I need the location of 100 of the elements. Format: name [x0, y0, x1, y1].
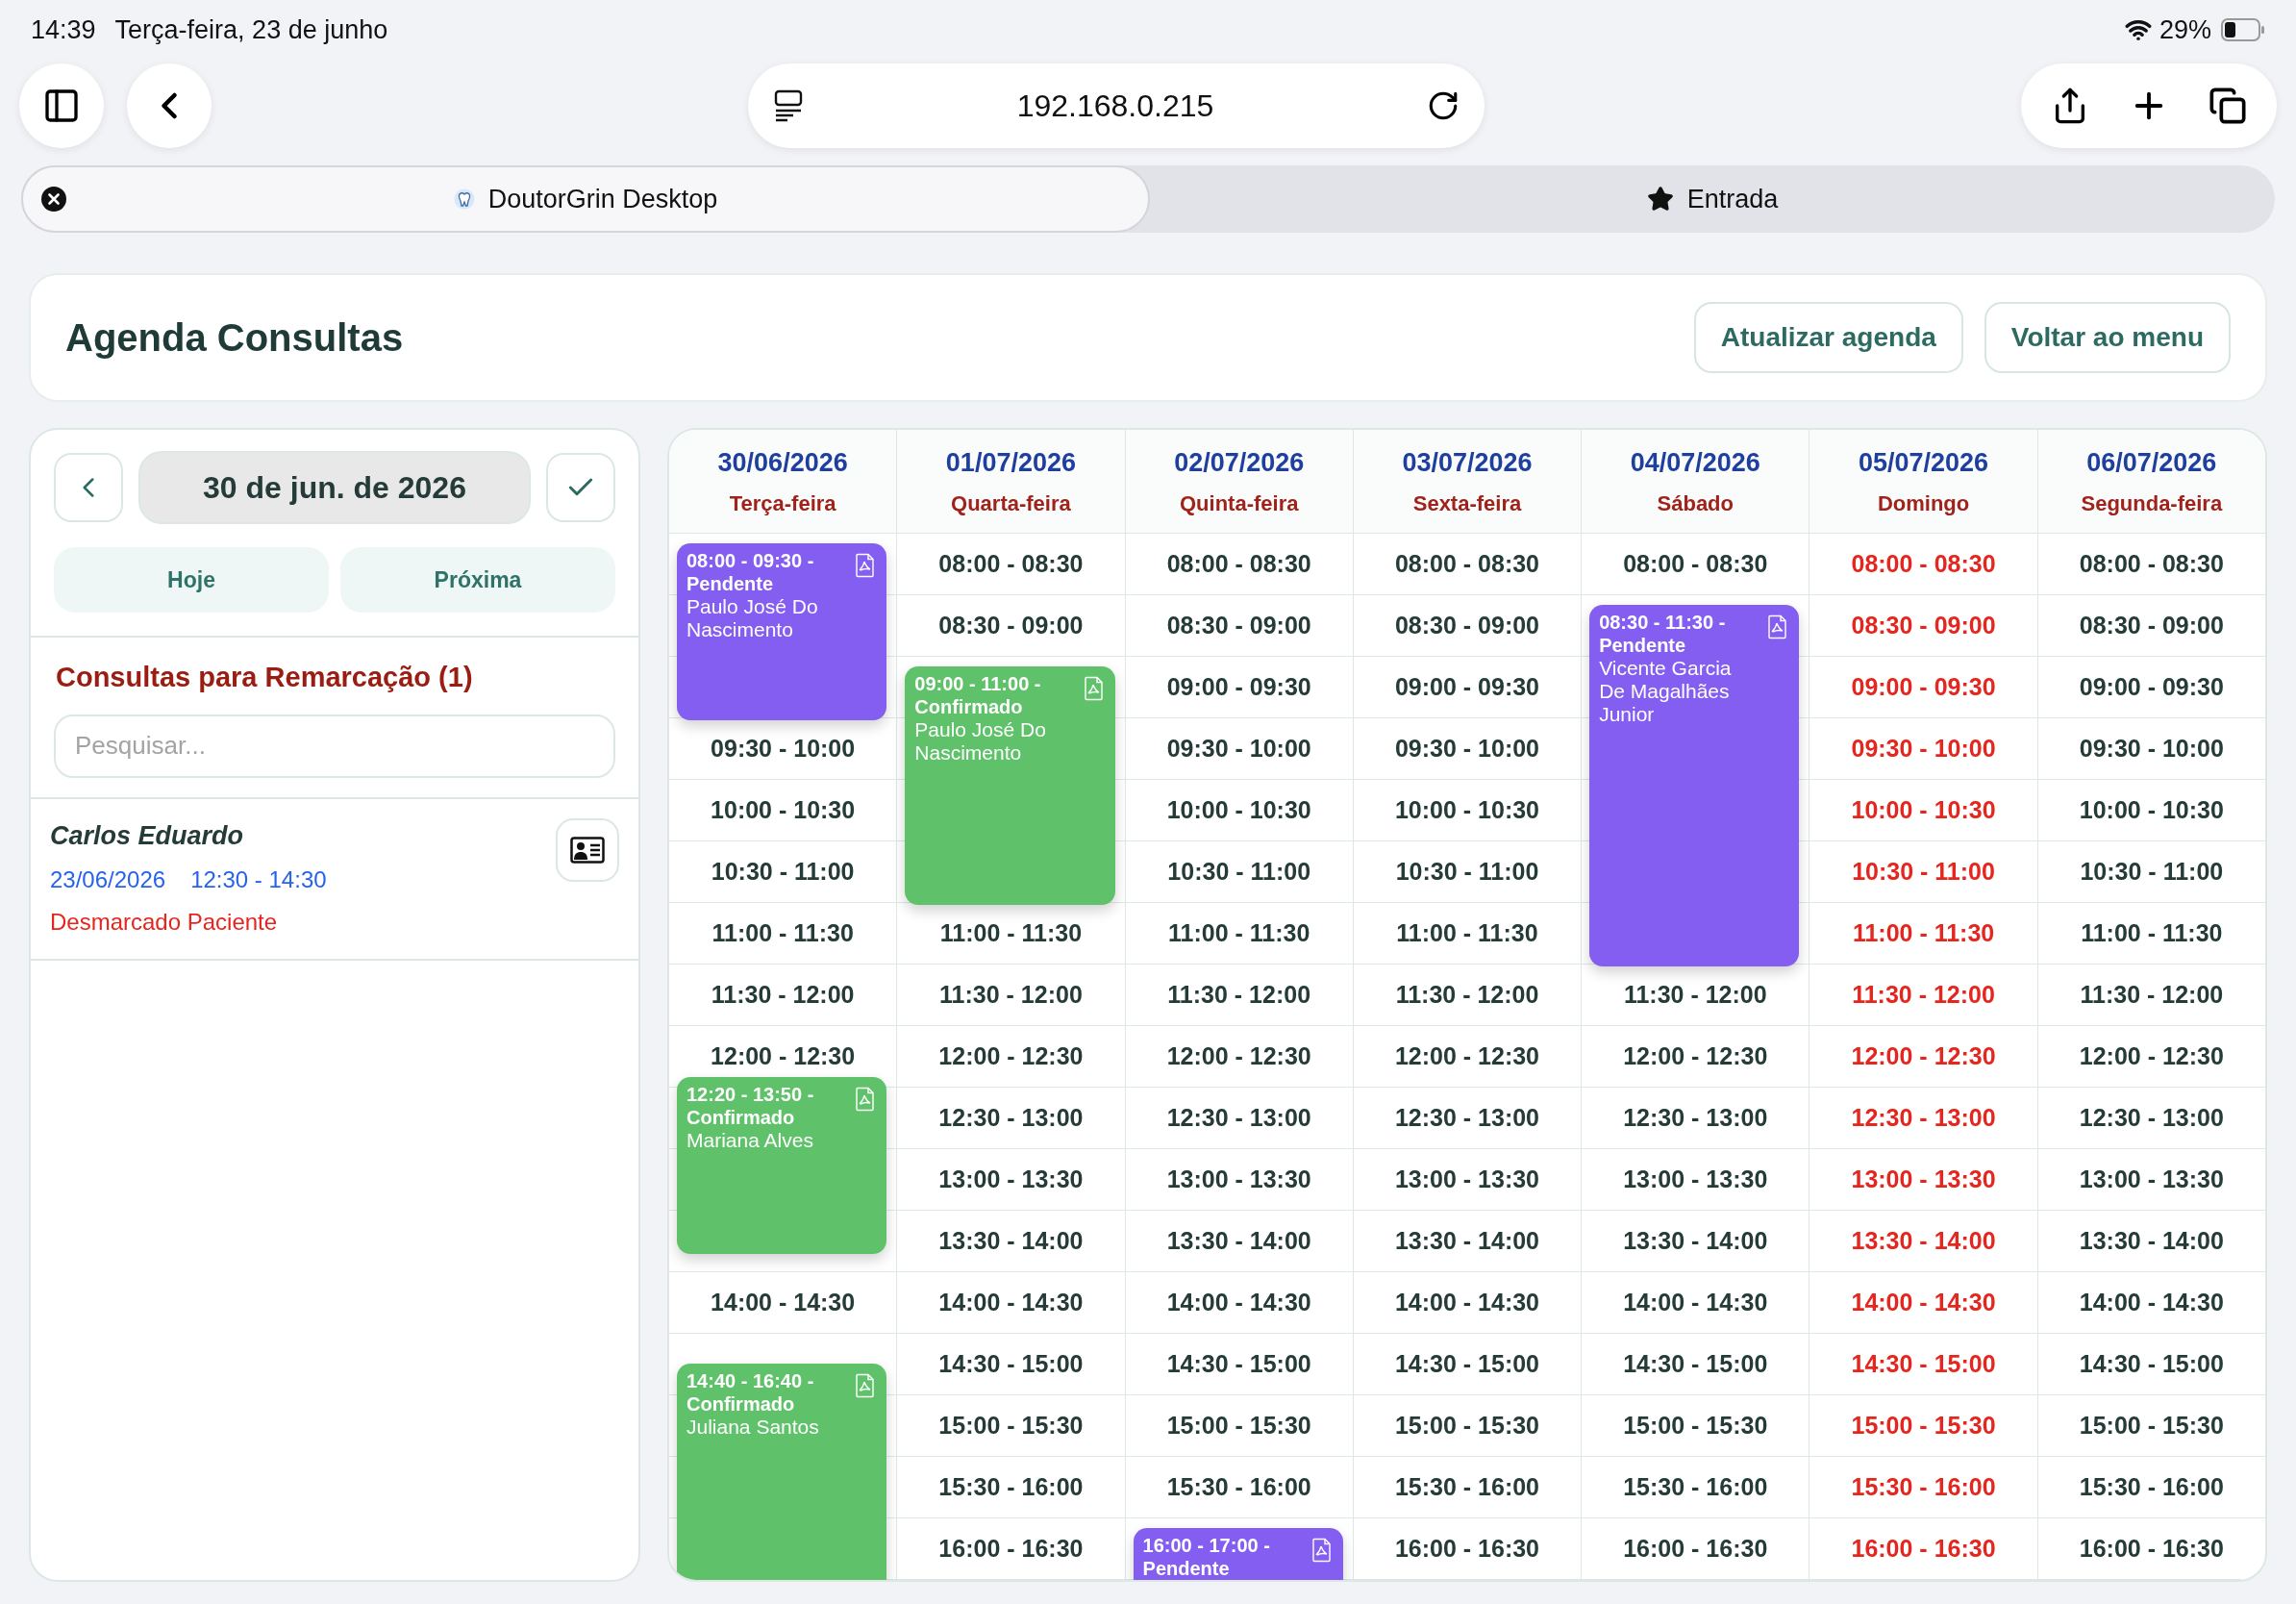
header-button[interactable]: Atualizar agenda	[1693, 302, 1963, 373]
time-slot[interactable]: 13:00 - 13:30	[2079, 1161, 2224, 1198]
time-slot[interactable]: 09:30 - 10:00	[1394, 730, 1540, 767]
time-slot[interactable]: 08:30 - 09:00	[2079, 607, 2224, 644]
time-slot[interactable]: 10:00 - 10:30	[1851, 791, 1996, 829]
time-slot[interactable]: 13:00 - 13:30	[938, 1161, 1084, 1198]
time-slot[interactable]: 15:00 - 15:30	[1623, 1407, 1768, 1444]
time-slot[interactable]: 15:00 - 15:30	[1166, 1407, 1311, 1444]
time-slot[interactable]: 14:30 - 15:00	[1166, 1345, 1311, 1383]
pdf-file-icon[interactable]	[856, 553, 876, 578]
time-slot[interactable]: 14:00 - 14:30	[2079, 1284, 2224, 1321]
header-button[interactable]: Voltar ao menu	[1984, 302, 2231, 373]
time-slot[interactable]: 15:00 - 15:30	[2079, 1407, 2224, 1444]
time-slot[interactable]: 15:30 - 16:00	[2079, 1468, 2224, 1506]
time-slot[interactable]: 09:30 - 10:00	[711, 730, 856, 767]
patient-card-button[interactable]	[556, 817, 619, 882]
date-field[interactable]: 30 de jun. de 2026	[138, 451, 531, 524]
time-slot[interactable]: 14:30 - 15:00	[1851, 1345, 1996, 1383]
time-slot[interactable]: 11:00 - 11:30	[1396, 915, 1538, 952]
time-slot[interactable]: 08:30 - 09:00	[1166, 607, 1311, 644]
time-slot[interactable]: 14:30 - 15:00	[1394, 1345, 1540, 1383]
time-slot[interactable]: 14:00 - 14:30	[938, 1284, 1084, 1321]
time-slot[interactable]: 15:30 - 16:00	[1394, 1468, 1540, 1506]
tabs-icon[interactable]	[2209, 87, 2248, 125]
time-slot[interactable]: 11:00 - 11:30	[1168, 915, 1310, 952]
time-slot[interactable]: 14:00 - 14:30	[711, 1284, 856, 1321]
time-slot[interactable]: 12:30 - 13:00	[938, 1099, 1084, 1137]
time-slot[interactable]: 10:30 - 11:00	[1167, 853, 1311, 890]
time-slot[interactable]: 14:00 - 14:30	[1623, 1284, 1768, 1321]
time-slot[interactable]: 12:00 - 12:30	[1394, 1038, 1540, 1075]
time-slot[interactable]: 10:30 - 11:00	[711, 853, 855, 890]
time-slot[interactable]: 08:30 - 09:00	[1851, 607, 1996, 644]
pdf-file-icon[interactable]	[856, 1086, 876, 1112]
pdf-file-icon[interactable]	[1768, 614, 1788, 639]
time-slot[interactable]: 08:30 - 09:00	[1394, 607, 1540, 644]
time-slot[interactable]: 09:30 - 10:00	[2079, 730, 2224, 767]
time-slot[interactable]: 14:30 - 15:00	[2079, 1345, 2224, 1383]
appointment-card[interactable]: 16:00 - 17:00 - Pendente	[1133, 1528, 1343, 1580]
time-slot[interactable]: 11:30 - 12:00	[939, 976, 1083, 1014]
time-slot[interactable]: 11:30 - 12:00	[2080, 976, 2224, 1014]
time-slot[interactable]: 14:30 - 15:00	[938, 1345, 1084, 1383]
pdf-file-icon[interactable]	[856, 1373, 876, 1399]
time-slot[interactable]: 08:00 - 08:30	[1623, 545, 1768, 583]
time-slot[interactable]: 14:30 - 15:00	[1623, 1345, 1768, 1383]
time-slot[interactable]: 10:00 - 10:30	[2079, 791, 2224, 829]
time-slot[interactable]: 10:30 - 11:00	[2080, 853, 2224, 890]
time-slot[interactable]: 12:00 - 12:30	[1166, 1038, 1311, 1075]
time-slot[interactable]: 11:30 - 12:00	[1167, 976, 1311, 1014]
time-slot[interactable]: 08:00 - 08:30	[2079, 545, 2224, 583]
time-slot[interactable]: 11:30 - 12:00	[1852, 976, 1995, 1014]
rescheduling-item[interactable]: Carlos Eduardo 23/06/2026 12:30 - 14:30 Desmarcado Paciente	[31, 798, 638, 961]
time-slot[interactable]: 11:00 - 11:30	[1852, 915, 1995, 952]
time-slot[interactable]: 15:30 - 16:00	[938, 1468, 1084, 1506]
time-slot[interactable]: 12:00 - 12:30	[1851, 1038, 1996, 1075]
time-slot[interactable]: 13:00 - 13:30	[1623, 1161, 1768, 1198]
time-slot[interactable]: 11:00 - 11:30	[711, 915, 854, 952]
time-slot[interactable]: 14:00 - 14:30	[1851, 1284, 1996, 1321]
time-slot[interactable]: 16:00 - 16:30	[1623, 1530, 1768, 1567]
time-slot[interactable]: 11:00 - 11:30	[939, 915, 1083, 952]
browser-tab[interactable]: DoutorGrin Desktop	[21, 165, 1150, 233]
time-slot[interactable]: 13:30 - 14:00	[1623, 1222, 1768, 1260]
time-slot[interactable]: 12:00 - 12:30	[2079, 1038, 2224, 1075]
search-field[interactable]: Pesquisar...	[54, 714, 615, 778]
time-slot[interactable]: 08:00 - 08:30	[1394, 545, 1540, 583]
time-slot[interactable]: 10:30 - 11:00	[1395, 853, 1539, 890]
time-slot[interactable]: 08:30 - 09:00	[938, 607, 1084, 644]
time-slot[interactable]: 11:30 - 12:00	[711, 976, 855, 1014]
time-slot[interactable]: 12:30 - 13:00	[2079, 1099, 2224, 1137]
close-tab-icon[interactable]	[40, 186, 67, 213]
time-slot[interactable]: 13:30 - 14:00	[2079, 1222, 2224, 1260]
time-slot[interactable]: 12:30 - 13:00	[1394, 1099, 1540, 1137]
navigation-button[interactable]: Próxima	[340, 547, 615, 613]
time-slot[interactable]: 15:00 - 15:30	[1851, 1407, 1996, 1444]
time-slot[interactable]: 10:00 - 10:30	[711, 791, 856, 829]
browser-tab[interactable]: Entrada	[1150, 165, 2275, 233]
time-slot[interactable]: 10:00 - 10:30	[1166, 791, 1311, 829]
time-slot[interactable]: 15:30 - 16:00	[1623, 1468, 1768, 1506]
time-slot[interactable]: 12:00 - 12:30	[938, 1038, 1084, 1075]
time-slot[interactable]: 13:30 - 14:00	[938, 1222, 1084, 1260]
reader-icon[interactable]	[773, 89, 804, 122]
navigation-button[interactable]: Hoje	[54, 547, 329, 613]
appointment-card[interactable]: 08:30 - 11:30 - Pendente Vicente Garcia De Magalhães Junior	[1589, 605, 1800, 966]
appointment-card[interactable]: 08:00 - 09:30 - Pendente Paulo José Do Nascimento	[677, 543, 887, 720]
time-slot[interactable]: 15:00 - 15:30	[1394, 1407, 1540, 1444]
time-slot[interactable]: 16:00 - 16:30	[1851, 1530, 1996, 1567]
time-slot[interactable]: 12:30 - 13:00	[1851, 1099, 1996, 1137]
time-slot[interactable]: 08:00 - 08:30	[1851, 545, 1996, 583]
time-slot[interactable]: 12:30 - 13:00	[1623, 1099, 1768, 1137]
time-slot[interactable]: 13:00 - 13:30	[1851, 1161, 1996, 1198]
time-slot[interactable]: 11:30 - 12:00	[1623, 976, 1767, 1014]
time-slot[interactable]: 12:30 - 13:00	[1166, 1099, 1311, 1137]
time-slot[interactable]: 15:30 - 16:00	[1166, 1468, 1311, 1506]
time-slot[interactable]: 09:00 - 09:30	[1394, 668, 1540, 706]
time-slot[interactable]: 11:00 - 11:30	[2081, 915, 2223, 952]
time-slot[interactable]: 08:00 - 08:30	[1166, 545, 1311, 583]
time-slot[interactable]: 16:00 - 16:30	[2079, 1530, 2224, 1567]
time-slot[interactable]: 14:00 - 14:30	[1166, 1284, 1311, 1321]
pdf-file-icon[interactable]	[1084, 676, 1104, 701]
time-slot[interactable]: 09:00 - 09:30	[1851, 668, 1996, 706]
reload-icon[interactable]	[1427, 89, 1460, 122]
